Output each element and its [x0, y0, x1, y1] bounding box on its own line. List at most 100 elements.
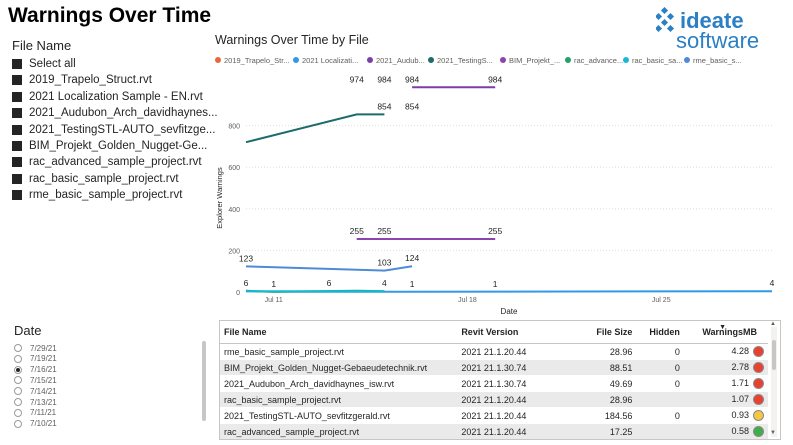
table-cell-size-text: 28.96 [609, 394, 633, 405]
scroll-up-icon[interactable]: ▲ [770, 321, 776, 327]
file-slicer-item[interactable]: Select all [12, 56, 76, 72]
table-cell-size: 28.96 [569, 343, 637, 360]
data-label: 123 [239, 253, 253, 263]
table-cell-size: 88.51 [569, 359, 637, 376]
table-cell-hidden-text: 0 [674, 410, 680, 421]
table-cell-version: 2021 21.1.30.74 [457, 359, 570, 376]
radio-icon [14, 354, 22, 363]
file-name-slicer-title: File Name [12, 38, 72, 53]
table-row[interactable]: 2021_TestingSTL-AUTO_sevfitzgerald.rvt 20… [220, 407, 768, 424]
series-line [245, 113, 385, 144]
table-cell-file-text: rac_advanced_sample_project.rvt [224, 426, 360, 437]
column-header-file-name[interactable]: File Name [220, 321, 458, 344]
data-label: 1 [410, 279, 415, 289]
data-label: 4 [770, 278, 775, 288]
file-slicer-item[interactable]: 2019_Trapelo_Struct.rvt [12, 72, 152, 88]
radio-icon [14, 387, 22, 396]
legend-item[interactable]: 2021 Localizati... [293, 54, 358, 66]
legend-item[interactable]: rme_basic_s... [684, 54, 742, 66]
y-tick-label: 800 [228, 124, 240, 131]
file-slicer-item[interactable]: rme_basic_sample_project.rvt [12, 187, 182, 203]
data-label: 984 [488, 74, 502, 84]
table-cell-wmb: 0.93 [683, 407, 768, 424]
column-header-warnings-mb-label: WarningsMB [702, 327, 758, 337]
table-row[interactable]: rme_basic_sample_project.rvt 2021 21.1.20… [220, 343, 768, 360]
table-cell-wmb: 0.58 [683, 423, 768, 439]
table-cell-wmb-text: 0.58 [731, 425, 749, 436]
table-cell-size: 17.25 [569, 423, 637, 439]
column-header-file-size[interactable]: File Size [569, 321, 637, 344]
table-cell-file-text: rme_basic_sample_project.rvt [224, 346, 345, 357]
table-row[interactable]: 2021_Audubon_Arch_davidhaynes_isw.rvt 202… [220, 375, 768, 392]
date-slicer-item[interactable]: 7/10/21 [14, 418, 57, 430]
checkbox-icon [12, 141, 22, 151]
file-slicer-item-label: BIM_Projekt_Golden_Nugget-Ge... [29, 140, 208, 152]
legend-dot-icon [684, 57, 690, 63]
table-cell-size: 184.56 [569, 407, 637, 424]
scroll-down-icon[interactable]: ▼ [770, 430, 776, 436]
checkbox-icon [12, 108, 22, 119]
column-header-warnings-mb[interactable]: WarningsMB▼ [683, 321, 768, 344]
svg-text:software: software [676, 28, 759, 50]
data-label: 854 [405, 101, 419, 111]
chart-title: Warnings Over Time by File [215, 33, 369, 47]
data-label: 984 [405, 74, 419, 84]
table-cell-wmb-text: 2.78 [731, 361, 749, 372]
table-cell-hidden: 0 [636, 359, 684, 376]
table-cell-hidden: 0 [636, 407, 684, 424]
table-cell-wmb-text: 1.71 [731, 377, 749, 388]
legend-dot-icon [428, 57, 434, 63]
file-slicer-item[interactable]: 2021_Audubon_Arch_davidhaynes... [12, 105, 218, 121]
data-label: 255 [488, 226, 502, 236]
date-slicer-item-label: 7/16/21 [30, 365, 57, 375]
table-row[interactable]: rac_basic_sample_project.rvt 2021 21.1.20… [220, 391, 768, 408]
legend-item[interactable]: rac_basic_sa... [623, 54, 682, 66]
file-slicer-item[interactable]: rac_basic_sample_project.rvt [12, 171, 179, 187]
column-header-revit-version[interactable]: Revit Version [457, 321, 570, 344]
table-row[interactable]: rac_advanced_sample_project.rvt 2021 21.1… [220, 423, 768, 439]
file-slicer-item[interactable]: BIM_Projekt_Golden_Nugget-Ge... [12, 138, 207, 154]
date-slicer-item-label: 7/10/21 [30, 419, 57, 429]
checkbox-icon [12, 124, 22, 135]
y-axis-label: Explorer Warnings [215, 167, 224, 229]
date-slicer-item-label: 7/11/21 [30, 408, 57, 418]
table-cell-version-text: 2021 21.1.30.74 [461, 378, 527, 389]
table-cell-version: 2021 21.1.20.44 [457, 407, 570, 424]
table-scrollbar-thumb[interactable] [772, 340, 776, 370]
file-slicer-item[interactable]: 2021 Localization Sample - EN.rvt [12, 89, 203, 105]
table-cell-version-text: 2021 21.1.20.44 [461, 346, 527, 357]
legend-item[interactable]: BIM_Projekt_... [500, 54, 560, 66]
table-cell-size: 28.96 [569, 391, 637, 408]
table-cell-file-text: 2021_Audubon_Arch_davidhaynes_isw.rvt [224, 378, 395, 389]
table-row[interactable]: BIM_Projekt_Golden_Nugget-Gebaeudetechni… [220, 359, 768, 376]
legend-item[interactable]: 2019_Trapelo_Str... [215, 54, 290, 66]
checkbox-icon [12, 91, 22, 102]
legend-item[interactable]: rac_advance... [565, 54, 623, 66]
status-indicator-icon [753, 362, 764, 374]
table-cell-hidden-text: 0 [674, 346, 680, 357]
table-cell-file: BIM_Projekt_Golden_Nugget-Gebaeudetechni… [220, 359, 458, 376]
checkbox-icon [12, 173, 22, 184]
table-cell-wmb: 1.07 [683, 391, 768, 408]
legend-item[interactable]: 2021_Audub... [367, 54, 425, 66]
status-indicator-icon [753, 410, 764, 422]
legend-dot-icon [367, 57, 373, 63]
y-tick-label: 600 [228, 165, 240, 172]
table-cell-size-text: 28.96 [609, 346, 633, 357]
date-slicer-scrollbar[interactable] [202, 341, 206, 421]
legend-label: rac_advance... [574, 55, 624, 65]
warnings-line-chart[interactable]: 0200400600800Jul 11 Jul 18 Jul 25DateExplo… [214, 66, 786, 324]
date-slicer-title: Date [14, 323, 42, 338]
legend-item[interactable]: 2021_TestingS... [428, 54, 493, 66]
table-cell-hidden: 0 [636, 343, 684, 360]
x-tick-label: Jul 11 [265, 297, 283, 304]
legend-dot-icon [215, 57, 221, 63]
y-tick-label: 400 [228, 207, 240, 214]
file-slicer-item[interactable]: rac_advanced_sample_project.rvt [12, 154, 202, 170]
legend-dot-icon [565, 57, 571, 63]
table-cell-version-text: 2021 21.1.20.44 [461, 426, 527, 437]
column-header-hidden[interactable]: Hidden [636, 321, 684, 344]
file-slicer-item[interactable]: 2021_TestingSTL-AUTO_sevfitzge... [12, 122, 215, 138]
radio-icon [14, 344, 22, 352]
table-cell-version: 2021 21.1.20.44 [457, 423, 570, 439]
